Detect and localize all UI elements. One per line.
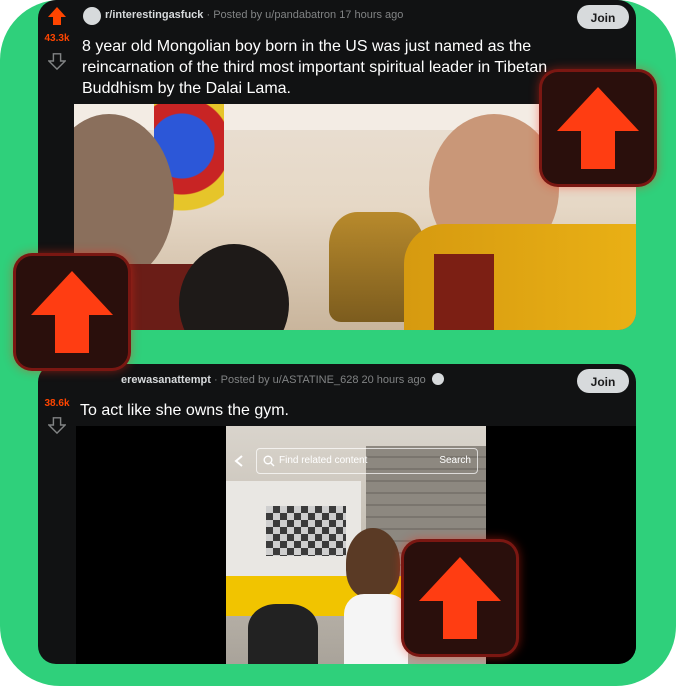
post-title[interactable]: 8 year old Mongolian boy born in the US …: [82, 36, 592, 99]
child-head: [179, 244, 289, 330]
person-back: [248, 604, 318, 664]
robe-red-sash: [434, 254, 494, 330]
award-icon[interactable]: [431, 373, 444, 385]
posted-by: · Posted by u/pandabatron 17 hours ago: [206, 9, 404, 21]
post-meta: r/interestingasfuck · Posted by u/pandab…: [105, 9, 403, 21]
downvote-icon[interactable]: [48, 416, 66, 434]
subreddit-name[interactable]: r/interestingasfuck: [105, 9, 203, 21]
video-search-bar[interactable]: Find related content Search: [256, 448, 478, 474]
posted-by: · Posted by u/ASTATINE_628 20 hours ago: [213, 374, 426, 386]
video-search-button[interactable]: Search: [439, 455, 471, 466]
back-chevron-icon[interactable]: [234, 454, 244, 467]
upvote-icon[interactable]: [47, 6, 67, 26]
person-head: [346, 528, 400, 598]
video-search-placeholder: Find related content: [279, 455, 368, 466]
vote-count: 43.3k: [44, 33, 70, 44]
upvote-icon: [557, 87, 639, 169]
overlay-upvote-3: [404, 542, 516, 654]
downvote-icon[interactable]: [48, 52, 66, 70]
post-meta: erewasanattempt · Posted by u/ASTATINE_6…: [121, 373, 444, 386]
join-button[interactable]: Join: [577, 5, 629, 29]
subreddit-name[interactable]: erewasanattempt: [121, 374, 211, 386]
upvote-icon: [419, 557, 501, 639]
upvote-icon: [31, 271, 113, 353]
person-top: [344, 594, 408, 664]
post-video[interactable]: Find related content Search: [76, 426, 636, 664]
search-icon: [263, 455, 275, 467]
post-title[interactable]: To act like she owns the gym.: [80, 400, 590, 421]
join-button[interactable]: Join: [577, 369, 629, 393]
chessboard: [266, 506, 346, 556]
post-card-2[interactable]: 38.6k erewasanattempt · Posted by u/ASTA…: [38, 364, 636, 664]
overlay-upvote-1: [542, 72, 654, 184]
subreddit-avatar[interactable]: [83, 7, 101, 25]
vote-count: 38.6k: [44, 398, 70, 409]
overlay-upvote-2: [16, 256, 128, 368]
